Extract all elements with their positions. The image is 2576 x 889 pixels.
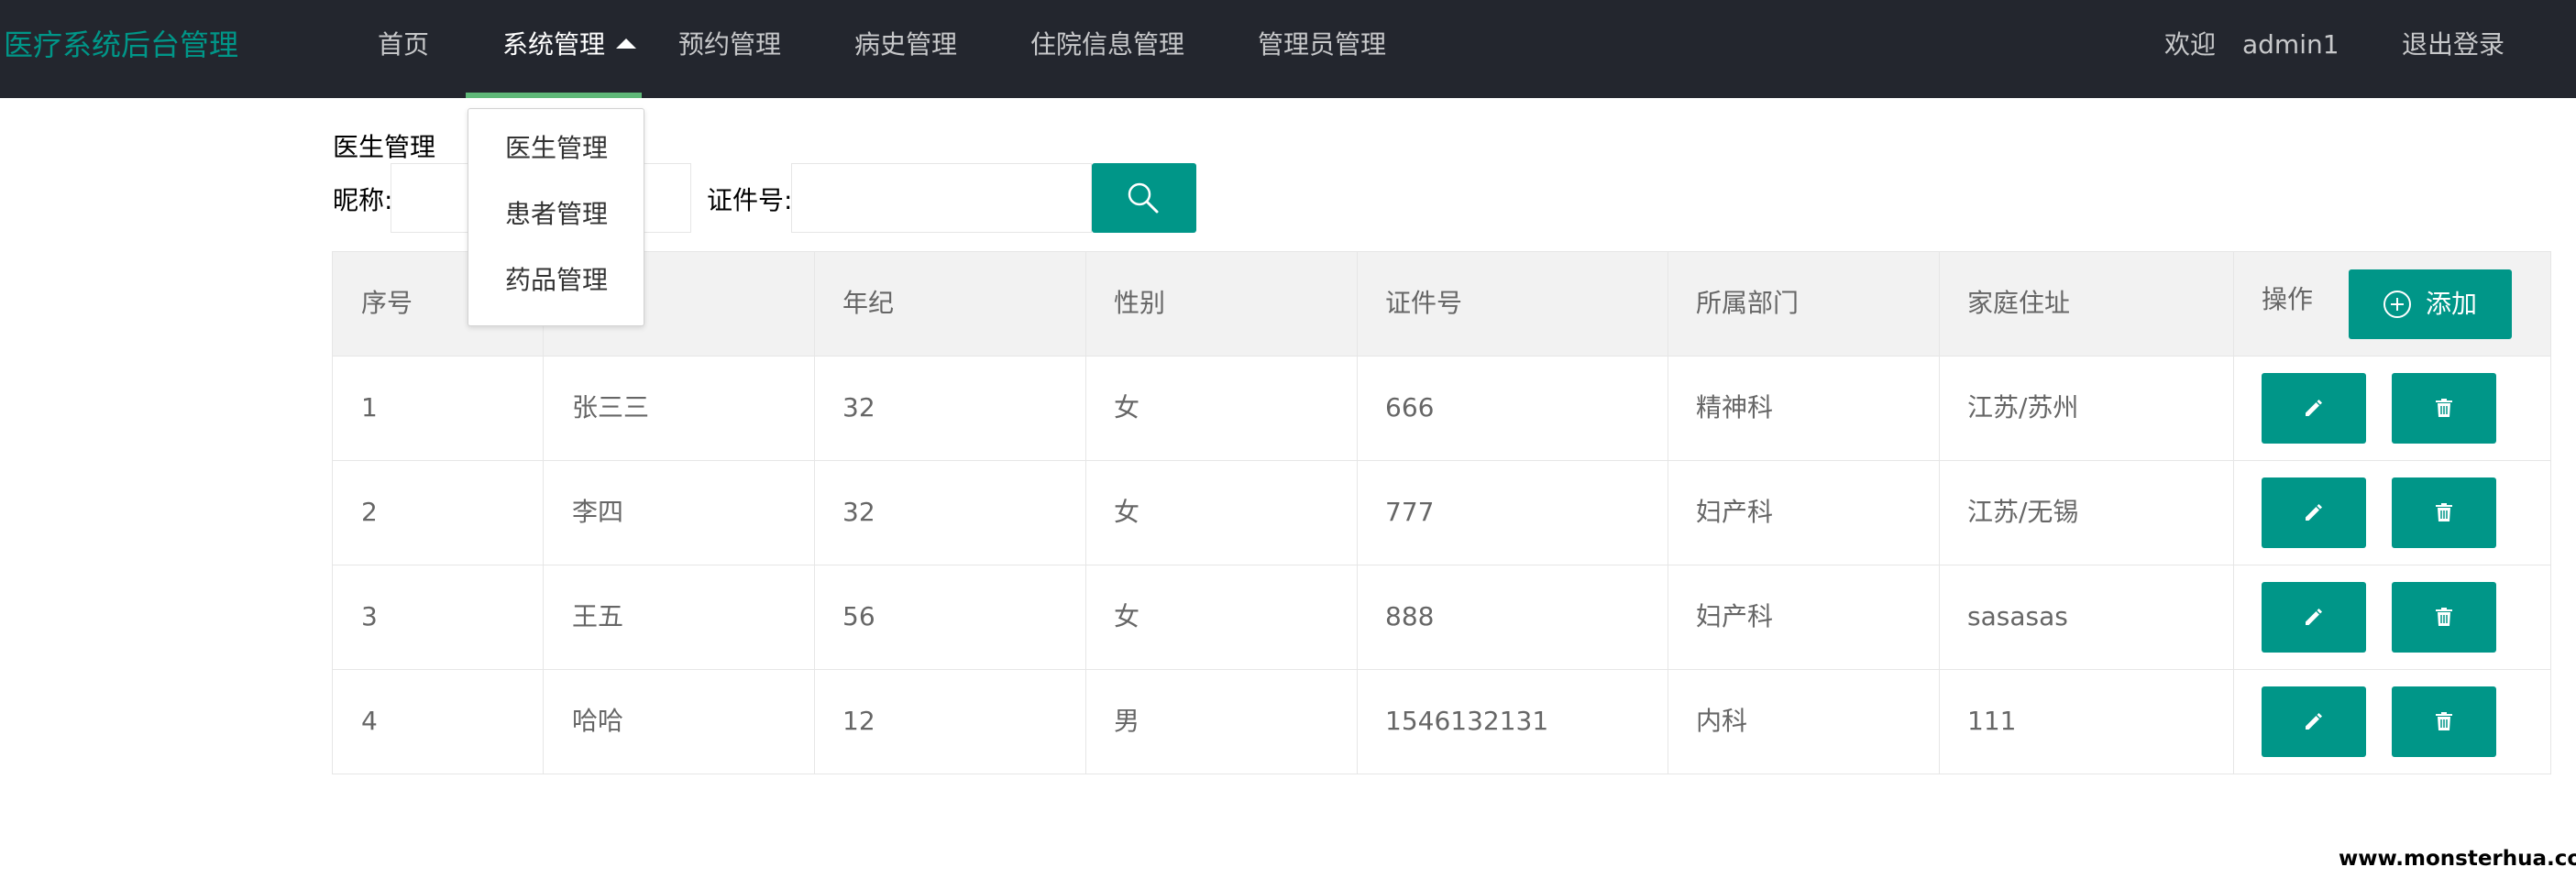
cell-age: 56 <box>842 601 875 631</box>
cell-address: sasasas <box>1967 601 2068 631</box>
cell-gender: 女 <box>1114 392 1140 423</box>
add-button-label: 添加 <box>2426 289 2478 319</box>
cell-index: 1 <box>361 392 378 423</box>
table-row: 1 张三三 32 女 666 精神科 江苏/苏州 <box>333 356 2550 460</box>
nav-history-management[interactable]: 病史管理 <box>854 0 957 98</box>
cell-department: 精神科 <box>1696 392 1774 423</box>
table-row: 2 李四 32 女 777 妇产科 江苏/无锡 <box>333 460 2550 565</box>
id-number-label: 证件号: <box>707 185 793 215</box>
add-button[interactable]: 添加 <box>2349 269 2512 339</box>
column-divider <box>1939 252 1940 774</box>
cell-address: 江苏/无锡 <box>1967 497 2079 527</box>
edit-button[interactable] <box>2262 373 2366 444</box>
nav-system-management[interactable]: 系统管理 <box>502 0 637 98</box>
search-button[interactable] <box>1092 163 1196 233</box>
cell-department: 妇产科 <box>1696 601 1774 631</box>
cell-id-number: 1546132131 <box>1385 706 1549 736</box>
edit-icon <box>2306 609 2322 625</box>
cell-index: 4 <box>361 706 378 736</box>
cell-age: 12 <box>842 706 875 736</box>
cell-id-number: 777 <box>1385 497 1435 527</box>
add-circle-icon <box>2383 291 2411 318</box>
header-address: 家庭住址 <box>1967 288 2071 318</box>
cell-address: 111 <box>1967 706 2017 736</box>
header-age: 年纪 <box>842 288 895 318</box>
delete-icon <box>2436 608 2452 626</box>
delete-button[interactable] <box>2392 477 2496 548</box>
cell-name: 哈哈 <box>572 706 624 736</box>
cell-gender: 女 <box>1114 497 1140 527</box>
delete-button[interactable] <box>2392 373 2496 444</box>
header-id-number: 证件号 <box>1385 288 1463 318</box>
edit-button[interactable] <box>2262 686 2366 757</box>
cell-name: 王五 <box>572 601 624 631</box>
cell-index: 2 <box>361 497 378 527</box>
cell-department: 内科 <box>1696 706 1748 736</box>
doctor-table: 序号 年纪 性别 证件号 所属部门 家庭住址 操作 添加 1 张三三 32 女 … <box>332 251 2551 774</box>
delete-button[interactable] <box>2392 686 2496 757</box>
column-divider <box>814 252 815 774</box>
system-management-dropdown: 医生管理患者管理药品管理 <box>468 108 644 326</box>
nav-system-management-label: 系统管理 <box>502 29 606 60</box>
delete-icon <box>2436 399 2452 417</box>
cell-id-number: 888 <box>1385 601 1435 631</box>
edit-icon <box>2306 400 2322 416</box>
cell-age: 32 <box>842 497 875 527</box>
cell-gender: 女 <box>1114 601 1140 631</box>
delete-icon <box>2436 712 2452 730</box>
delete-button[interactable] <box>2392 582 2496 653</box>
column-divider <box>543 252 544 774</box>
dropdown-item-patient[interactable]: 患者管理 <box>505 193 608 236</box>
table-row: 4 哈哈 12 男 1546132131 内科 111 <box>333 669 2550 774</box>
edit-icon <box>2306 713 2322 730</box>
cell-age: 32 <box>842 392 875 423</box>
nav-hospitalization-management[interactable]: 住院信息管理 <box>1030 0 1184 98</box>
header-gender: 性别 <box>1114 288 1166 318</box>
delete-icon <box>2436 503 2452 521</box>
nav-admin-management[interactable]: 管理员管理 <box>1258 0 1386 98</box>
edit-icon <box>2306 504 2322 521</box>
nav-home[interactable]: 首页 <box>378 0 429 98</box>
nickname-label: 昵称: <box>333 185 393 215</box>
top-header: 医疗系统后台管理 首页 系统管理 预约管理 病史管理 住院信息管理 管理员管理 … <box>0 0 2576 98</box>
cell-name: 李四 <box>572 497 624 527</box>
cell-name: 张三三 <box>572 392 650 423</box>
table-header: 序号 年纪 性别 证件号 所属部门 家庭住址 操作 添加 <box>333 252 2550 356</box>
app-logo[interactable]: 医疗系统后台管理 <box>4 24 238 66</box>
cell-gender: 男 <box>1114 706 1140 736</box>
search-icon <box>1128 182 1159 214</box>
column-divider <box>2233 252 2234 774</box>
nav-active-indicator <box>466 93 642 98</box>
column-divider <box>1085 252 1086 774</box>
logout-link[interactable]: 退出登录 <box>2402 0 2504 98</box>
nav-appointment-management[interactable]: 预约管理 <box>678 0 781 98</box>
watermark: www.monsterhua.com <box>2339 847 2576 871</box>
welcome-text: 欢迎 <box>2164 29 2217 60</box>
cell-index: 3 <box>361 601 378 631</box>
id-number-input[interactable] <box>791 163 1092 233</box>
table-row: 3 王五 56 女 888 妇产科 sasasas <box>333 565 2550 669</box>
column-divider <box>1357 252 1358 774</box>
header-department: 所属部门 <box>1696 288 1800 318</box>
username[interactable]: admin1 <box>2242 0 2339 98</box>
section-title: 医生管理 <box>333 132 436 162</box>
header-actions: 操作 <box>2262 284 2314 314</box>
edit-button[interactable] <box>2262 582 2366 653</box>
cell-id-number: 666 <box>1385 392 1435 423</box>
caret-up-icon <box>616 38 637 49</box>
cell-department: 妇产科 <box>1696 497 1774 527</box>
header-index: 序号 <box>361 288 413 318</box>
edit-button[interactable] <box>2262 477 2366 548</box>
dropdown-item-doctor[interactable]: 医生管理 <box>505 127 608 170</box>
dropdown-item-medicine[interactable]: 药品管理 <box>505 259 608 302</box>
cell-address: 江苏/苏州 <box>1967 392 2079 423</box>
